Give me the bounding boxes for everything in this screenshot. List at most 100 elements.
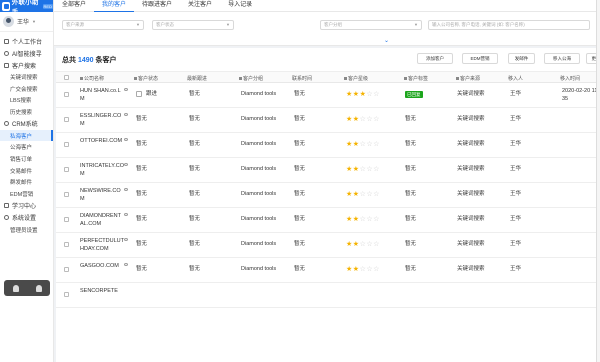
star-empty-icon[interactable]: ☆ [373,191,380,198]
table-row[interactable]: GASGOO.COM 暂无 暂无 Diamond tools 暂无 ★★☆☆☆ 暂无 关键词搜… [56,258,600,283]
star-rating[interactable]: ★★★☆☆ [346,91,380,98]
star-rating[interactable]: ★★☆☆☆ [346,116,380,123]
sidebar-subitem-sales-orders[interactable]: 销售订单 [0,153,53,165]
col-latest-followup[interactable]: 最新跟进 [187,75,207,82]
sidebar-item-settings[interactable]: 系统设置 [0,212,53,224]
sidebar-subitem-bulk-mail[interactable]: 群发邮件 [0,177,53,189]
star-empty-icon[interactable]: ☆ [373,166,380,173]
view-icon[interactable] [124,238,128,241]
star-filled-icon[interactable]: ★ [346,141,353,148]
view-icon[interactable] [124,263,128,266]
add-customer-button[interactable]: 添加客户 [417,53,453,64]
support-widget[interactable] [4,280,50,296]
sidebar-subitem-edm[interactable]: EDM营销 [0,188,53,200]
sidebar-subitem-trade-mail[interactable]: 交易邮件 [0,165,53,177]
tab-all-customers[interactable]: 全部客户 [54,0,94,12]
company-name-link[interactable]: OTTOFREI.COM [80,138,124,146]
col-mover[interactable]: 移入人 [508,75,523,82]
row-checkbox[interactable] [64,192,69,197]
row-checkbox[interactable] [64,142,69,147]
star-filled-icon[interactable]: ★ [353,166,360,173]
row-checkbox[interactable] [64,92,69,97]
star-filled-icon[interactable]: ★ [353,216,360,223]
sidebar-subitem-admin-settings[interactable]: 管理员设置 [0,224,53,236]
tab-import-records[interactable]: 导入记录 [220,0,260,12]
star-rating[interactable]: ★★☆☆☆ [346,241,380,248]
sidebar-subitem-keyword-search[interactable]: 关键词搜索 [0,71,53,83]
star-filled-icon[interactable]: ★ [353,91,360,98]
star-filled-icon[interactable]: ★ [353,241,360,248]
status-checkbox[interactable] [136,91,142,97]
star-rating[interactable]: ★★☆☆☆ [346,216,380,223]
row-checkbox[interactable] [64,117,69,122]
col-company-name[interactable]: 公司名称 [80,75,104,82]
sidebar-subitem-canton-fair[interactable]: 广交会搜索 [0,83,53,95]
star-filled-icon[interactable]: ★ [353,191,360,198]
table-row[interactable]: HUN SHAN.co.LM 跟进 暂无 Diamond tools 暂无 ★★★☆☆ 已回… [56,83,600,108]
col-source[interactable]: 客户来源 [456,75,480,82]
star-empty-icon[interactable]: ☆ [373,141,380,148]
col-move-time[interactable]: 移入时间 [560,75,580,82]
star-filled-icon[interactable]: ★ [346,241,353,248]
company-name-link[interactable]: NEWSWIRE.COM [80,188,124,203]
star-filled-icon[interactable]: ★ [346,116,353,123]
star-rating[interactable]: ★★☆☆☆ [346,141,380,148]
view-icon[interactable] [124,88,128,91]
view-icon[interactable] [124,138,128,141]
search-input[interactable]: 输入公司名称, 客户电话, 关键词 (如: 客户名称) [428,20,590,30]
row-checkbox[interactable] [64,292,69,297]
col-tag[interactable]: 客户标签 [404,75,428,82]
tab-starred-customers[interactable]: 关注客户 [180,0,220,12]
edm-button[interactable]: EDM营销 [462,53,498,64]
table-row[interactable]: INTRICATELY.COM 暂无 暂无 Diamond tools 暂无 ★★☆☆☆ 暂… [56,158,600,183]
row-checkbox[interactable] [64,242,69,247]
sidebar-subitem-public-customers[interactable]: 公海客户 [0,141,53,153]
star-rating[interactable]: ★★☆☆☆ [346,166,380,173]
table-row[interactable]: NEWSWIRE.COM 暂无 暂无 Diamond tools 暂无 ★★☆☆☆ 暂无 关键… [56,183,600,208]
expand-filters-icon[interactable]: ⌄ [384,37,389,44]
star-empty-icon[interactable]: ☆ [373,266,380,273]
view-icon[interactable] [124,213,128,216]
star-filled-icon[interactable]: ★ [353,141,360,148]
col-stars[interactable]: 客户星级 [344,75,368,82]
status-select[interactable]: 客户状态 ▼ [152,20,234,30]
page-scrollbar[interactable] [596,0,600,362]
company-name-link[interactable]: PERFECTDULUTHDAY.COM [80,238,124,253]
company-name-link[interactable]: HUN SHAN.co.LM [80,88,124,103]
company-name-link[interactable]: GASGOO.COM [80,263,124,271]
star-empty-icon[interactable]: ☆ [373,116,380,123]
row-checkbox[interactable] [64,167,69,172]
source-select[interactable]: 客户来源 ▼ [62,20,144,30]
group-select[interactable]: 客户分组 ▼ [320,20,422,30]
sidebar-item-workbench[interactable]: 个人工作台 [0,35,53,47]
col-group[interactable]: 客户分组 [239,75,263,82]
star-rating[interactable]: ★★☆☆☆ [346,191,380,198]
star-filled-icon[interactable]: ★ [346,216,353,223]
star-filled-icon[interactable]: ★ [353,116,360,123]
company-name-link[interactable]: INTRICATELY.COM [80,163,124,178]
sidebar-subitem-history-search[interactable]: 历史搜索 [0,106,53,118]
star-filled-icon[interactable]: ★ [346,191,353,198]
app-logo[interactable]: 外联小助手 RED [0,0,53,16]
view-icon[interactable] [124,113,128,116]
star-rating[interactable]: ★★☆☆☆ [346,266,380,273]
company-name-link[interactable]: ESSLINGER.COM [80,113,124,128]
table-row[interactable]: PERFECTDULUTHDAY.COM 暂无 暂无 Diamond tools 暂无 ★… [56,233,600,258]
table-row[interactable]: DIAMONDRENTAL.COM 暂无 暂无 Diamond tools 暂无 ★★☆☆… [56,208,600,233]
col-status[interactable]: 客户状态 [134,75,158,82]
sidebar-item-customer-search[interactable]: 客户搜索 [0,59,53,71]
star-empty-icon[interactable]: ☆ [373,241,380,248]
company-name-link[interactable]: SENCORPETE [80,288,124,296]
sidebar-item-crm[interactable]: CRM系统 [0,118,53,130]
star-filled-icon[interactable]: ★ [346,166,353,173]
table-row[interactable]: OTTOFREI.COM 暂无 暂无 Diamond tools 暂无 ★★☆☆☆ 暂无 关键… [56,133,600,158]
sidebar-subitem-lbs-search[interactable]: LBS搜索 [0,94,53,106]
star-filled-icon[interactable]: ★ [353,266,360,273]
sidebar-item-study-center[interactable]: 学习中心 [0,200,53,212]
table-row[interactable]: SENCORPETE [56,283,600,308]
star-empty-icon[interactable]: ☆ [373,216,380,223]
row-checkbox[interactable] [64,267,69,272]
sidebar-subitem-private-customers[interactable]: 私海客户 [0,129,53,142]
company-name-link[interactable]: DIAMONDRENTAL.COM [80,213,124,228]
send-mail-button[interactable]: 发邮件 [508,53,535,64]
